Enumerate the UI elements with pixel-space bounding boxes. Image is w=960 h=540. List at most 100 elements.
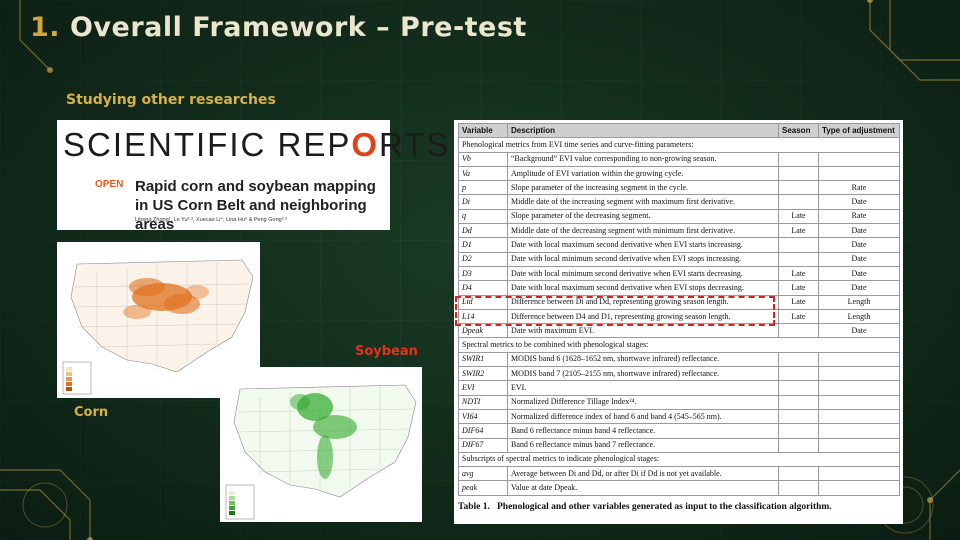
- article-authors: Liheng Zhong¹, Le Yu²·³, Xuecao Li⁴, Lin…: [135, 217, 288, 223]
- phenological-variables-table: Variable Description Season Type of adju…: [458, 122, 900, 496]
- cell-adjustment: [818, 408, 900, 425]
- cell-variable: Di: [458, 194, 508, 210]
- table-row: SWIR1 MODIS band 6 (1628–1652 nm, shortwa…: [458, 351, 900, 368]
- cell-season: [778, 351, 819, 368]
- cell-variable: D3: [458, 265, 508, 282]
- cell-adjustment: Length: [818, 308, 900, 325]
- cell-season: [778, 423, 819, 439]
- cell-description: Amplitude of EVI variation within the gr…: [507, 165, 779, 182]
- cell-season: [778, 180, 819, 196]
- table-caption: Table 1. Phenological and other variable…: [458, 502, 899, 512]
- cell-adjustment: [818, 437, 900, 453]
- cell-description: Average between Di and Dd, or after Di i…: [507, 466, 779, 482]
- table-row: p Slope parameter of the increasing segme…: [458, 180, 900, 196]
- section-label: Spectral metrics to be combined with phe…: [458, 337, 900, 353]
- cell-description: Slope parameter of the increasing segmen…: [507, 180, 779, 196]
- table-row: Dpeak Date with maximum EVI. Date: [458, 323, 900, 339]
- cell-description: Date with maximum EVI.: [507, 323, 779, 339]
- cell-variable: D2: [458, 251, 508, 267]
- table-row: D3 Date with local minimum second derivat…: [458, 265, 900, 282]
- cell-description: Band 6 reflectance minus band 4 reflecta…: [507, 423, 779, 439]
- header-variable: Variable: [458, 122, 508, 139]
- cell-adjustment: [818, 165, 900, 182]
- cell-variable: peak: [458, 480, 508, 496]
- journal-logo: SCIENTIFIC REPORTS: [63, 126, 451, 163]
- table-row: Vb “Background” EVI value corresponding t…: [458, 151, 900, 167]
- cell-season: Late: [778, 294, 819, 310]
- variables-table-image: Variable Description Season Type of adju…: [454, 120, 903, 524]
- cell-variable: avg: [458, 466, 508, 482]
- cell-adjustment: Date: [818, 280, 900, 296]
- cell-variable: Dpeak: [458, 323, 508, 339]
- cell-adjustment: [818, 423, 900, 439]
- table-row: Va Amplitude of EVI variation within the …: [458, 165, 900, 182]
- table-row: peak Value at date Dpeak.: [458, 480, 900, 496]
- header-adjustment: Type of adjustment: [818, 122, 900, 139]
- cell-description: Date with local maximum second derivativ…: [507, 237, 779, 253]
- open-access-label: OPEN: [95, 179, 124, 190]
- cell-description: Middle date of the decreasing segment wi…: [507, 223, 779, 239]
- cell-description: MODIS band 6 (1628–1652 nm, shortwave in…: [507, 351, 779, 368]
- cell-description: Date with local maximum second derivativ…: [507, 280, 779, 296]
- cell-variable: Lid: [458, 294, 508, 310]
- slide-title-text: Overall Framework – Pre-test: [69, 12, 527, 43]
- table-row: D4 Date with local maximum second derivat…: [458, 280, 900, 296]
- table-row: D1 Date with local maximum second derivat…: [458, 237, 900, 253]
- cell-season: [778, 194, 819, 210]
- article-title: Rapid corn and soybean mapping in US Cor…: [135, 178, 376, 233]
- cell-variable: D4: [458, 280, 508, 296]
- cell-adjustment: [818, 151, 900, 167]
- cell-season: [778, 380, 819, 396]
- cell-adjustment: [818, 394, 900, 410]
- cell-season: [778, 237, 819, 253]
- header-season: Season: [778, 122, 819, 139]
- cell-adjustment: Rate: [818, 180, 900, 196]
- table-row: avg Average between Di and Dd, or after D…: [458, 466, 900, 482]
- table-row: VI64 Normalized difference index of band …: [458, 408, 900, 425]
- cell-adjustment: Date: [818, 223, 900, 239]
- table-row: Dd Middle date of the decreasing segment …: [458, 223, 900, 239]
- cell-adjustment: [818, 380, 900, 396]
- cell-adjustment: [818, 480, 900, 496]
- cell-variable: p: [458, 180, 508, 196]
- cell-adjustment: [818, 366, 900, 382]
- cell-season: Late: [778, 308, 819, 325]
- table-row: NDTI Normalized Difference Tillage Index²…: [458, 394, 900, 410]
- section-label: Phenological metrics from EVI time serie…: [458, 137, 900, 153]
- cell-season: [778, 480, 819, 496]
- soybean-map-image: [220, 367, 422, 522]
- cell-variable: Vb: [458, 151, 508, 167]
- cell-variable: SWIR2: [458, 366, 508, 382]
- cell-adjustment: Date: [818, 323, 900, 339]
- cell-season: [778, 251, 819, 267]
- cell-description: Difference between Di and Dd, representi…: [507, 294, 779, 310]
- cell-description: Slope parameter of the decreasing segmen…: [507, 208, 779, 225]
- table-section-row: Spectral metrics to be combined with phe…: [458, 337, 900, 353]
- soybean-map-graphic: [220, 367, 422, 522]
- cell-adjustment: Date: [818, 194, 900, 210]
- cell-season: [778, 366, 819, 382]
- cell-variable: Va: [458, 165, 508, 182]
- section-subtitle: Studying other researches: [66, 92, 276, 108]
- table-body: Phenological metrics from EVI time serie…: [458, 137, 900, 496]
- cell-variable: NDTI: [458, 394, 508, 410]
- table-row: EVI EVI.: [458, 380, 900, 396]
- cell-variable: SWIR1: [458, 351, 508, 368]
- soybean-label: Soybean: [355, 344, 418, 359]
- table-row: DIF67 Band 6 reflectance minus band 7 ref…: [458, 437, 900, 453]
- corn-label: Corn: [74, 405, 109, 420]
- slide-title-number: 1.: [30, 12, 61, 43]
- cell-description: Date with local minimum second derivativ…: [507, 251, 779, 267]
- cell-description: MODIS band 7 (2105–2155 nm, shortwave in…: [507, 366, 779, 382]
- caption-text: Phenological and other variables generat…: [496, 501, 832, 512]
- cell-variable: D1: [458, 237, 508, 253]
- cell-season: [778, 437, 819, 453]
- table-section-row: Subscripts of spectral metrics to indica…: [458, 451, 900, 468]
- table-row: SWIR2 MODIS band 7 (2105–2155 nm, shortwa…: [458, 366, 900, 382]
- cell-description: Difference between D4 and D1, representi…: [507, 308, 779, 325]
- cell-season: [778, 323, 819, 339]
- table-section-row: Phenological metrics from EVI time serie…: [458, 137, 900, 153]
- slide-title: 1. Overall Framework – Pre-test: [30, 12, 527, 43]
- section-label: Subscripts of spectral metrics to indica…: [458, 451, 900, 468]
- cell-variable: Dd: [458, 223, 508, 239]
